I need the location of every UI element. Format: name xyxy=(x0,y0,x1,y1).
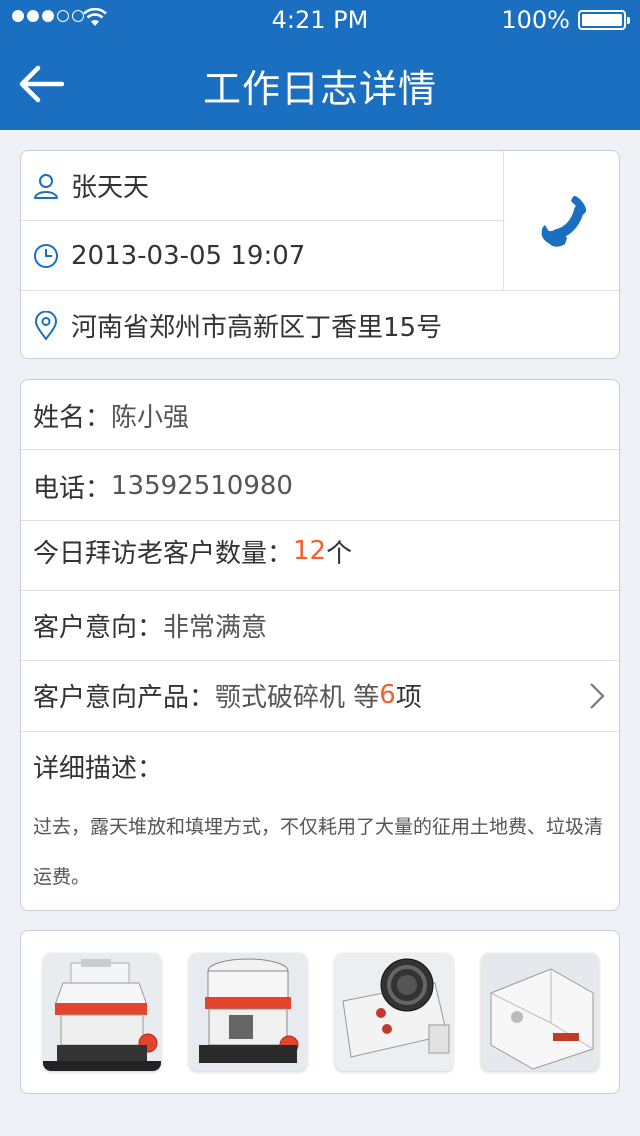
detail-product-row[interactable]: 客户意向产品： 颚式破碎机 等6项 xyxy=(21,660,619,730)
divider xyxy=(21,449,619,450)
page-title: 工作日志详情 xyxy=(202,67,437,111)
gallery-image-cone-crusher-1[interactable] xyxy=(43,953,161,1071)
contact-name: 张天天 xyxy=(71,173,150,203)
contact-card: 张天天 2013-03-05 19:07 河南省郑州市高新区丁香里15号 xyxy=(20,150,620,359)
visits-count: 12 xyxy=(293,536,327,566)
gallery-image-jaw-crusher[interactable] xyxy=(335,953,453,1071)
desc-label: 详细描述： xyxy=(33,753,164,784)
contact-datetime: 2013-03-05 19:07 xyxy=(71,240,306,271)
gallery-card xyxy=(20,930,620,1094)
contact-address: 河南省郑州市高新区丁香里15号 xyxy=(71,313,443,343)
product-count: 6 xyxy=(379,680,396,710)
product-unit: 项 xyxy=(395,682,422,713)
contact-name-row: 张天天 xyxy=(21,151,505,220)
battery-icon xyxy=(578,10,630,30)
chevron-right-icon xyxy=(590,683,605,709)
battery-percent: 100% xyxy=(501,6,570,34)
status-bar: 4:21 PM 100% xyxy=(0,0,640,40)
user-icon xyxy=(21,173,71,199)
product-value: 颚式破碎机 等 xyxy=(215,682,380,713)
product-label: 客户意向产品： xyxy=(33,682,216,713)
detail-phone-row: 电话： 13592510980 xyxy=(33,451,607,521)
clock-icon xyxy=(21,243,71,269)
gallery-image-cone-crusher-2[interactable] xyxy=(189,953,307,1071)
visits-label: 今日拜访老客户数量： xyxy=(33,538,294,569)
details-card: 姓名： 陈小强 电话： 13592510980 今日拜访老客户数量： 12 个 客户意向… xyxy=(20,379,620,911)
intent-value: 非常满意 xyxy=(163,612,268,643)
gallery-image-impact-crusher[interactable] xyxy=(481,953,599,1071)
detail-name-row: 姓名： 陈小强 xyxy=(33,380,607,450)
phone-value: 13592510980 xyxy=(111,471,293,501)
phone-icon xyxy=(541,195,586,247)
header: 4:21 PM 100% 工作日志详情 xyxy=(0,0,640,130)
detail-intent-row: 客户意向： 非常满意 xyxy=(33,590,607,660)
name-value: 陈小强 xyxy=(111,402,190,433)
desc-text: 过去，露天堆放和填埋方式，不仅耗用了大量的征用土地费、垃圾清运费。 xyxy=(33,816,604,888)
visits-unit: 个 xyxy=(326,538,353,569)
intent-label: 客户意向： xyxy=(33,612,164,643)
phone-label: 电话： xyxy=(33,473,112,504)
call-button[interactable] xyxy=(503,151,619,290)
contact-address-row: 河南省郑州市高新区丁香里15号 xyxy=(21,291,619,358)
detail-visits-row: 今日拜访老客户数量： 12 个 xyxy=(33,516,607,586)
name-label: 姓名： xyxy=(33,402,112,433)
location-icon xyxy=(21,310,71,341)
detail-desc-label-row: 详细描述： xyxy=(33,731,607,801)
contact-datetime-row: 2013-03-05 19:07 xyxy=(21,221,505,290)
